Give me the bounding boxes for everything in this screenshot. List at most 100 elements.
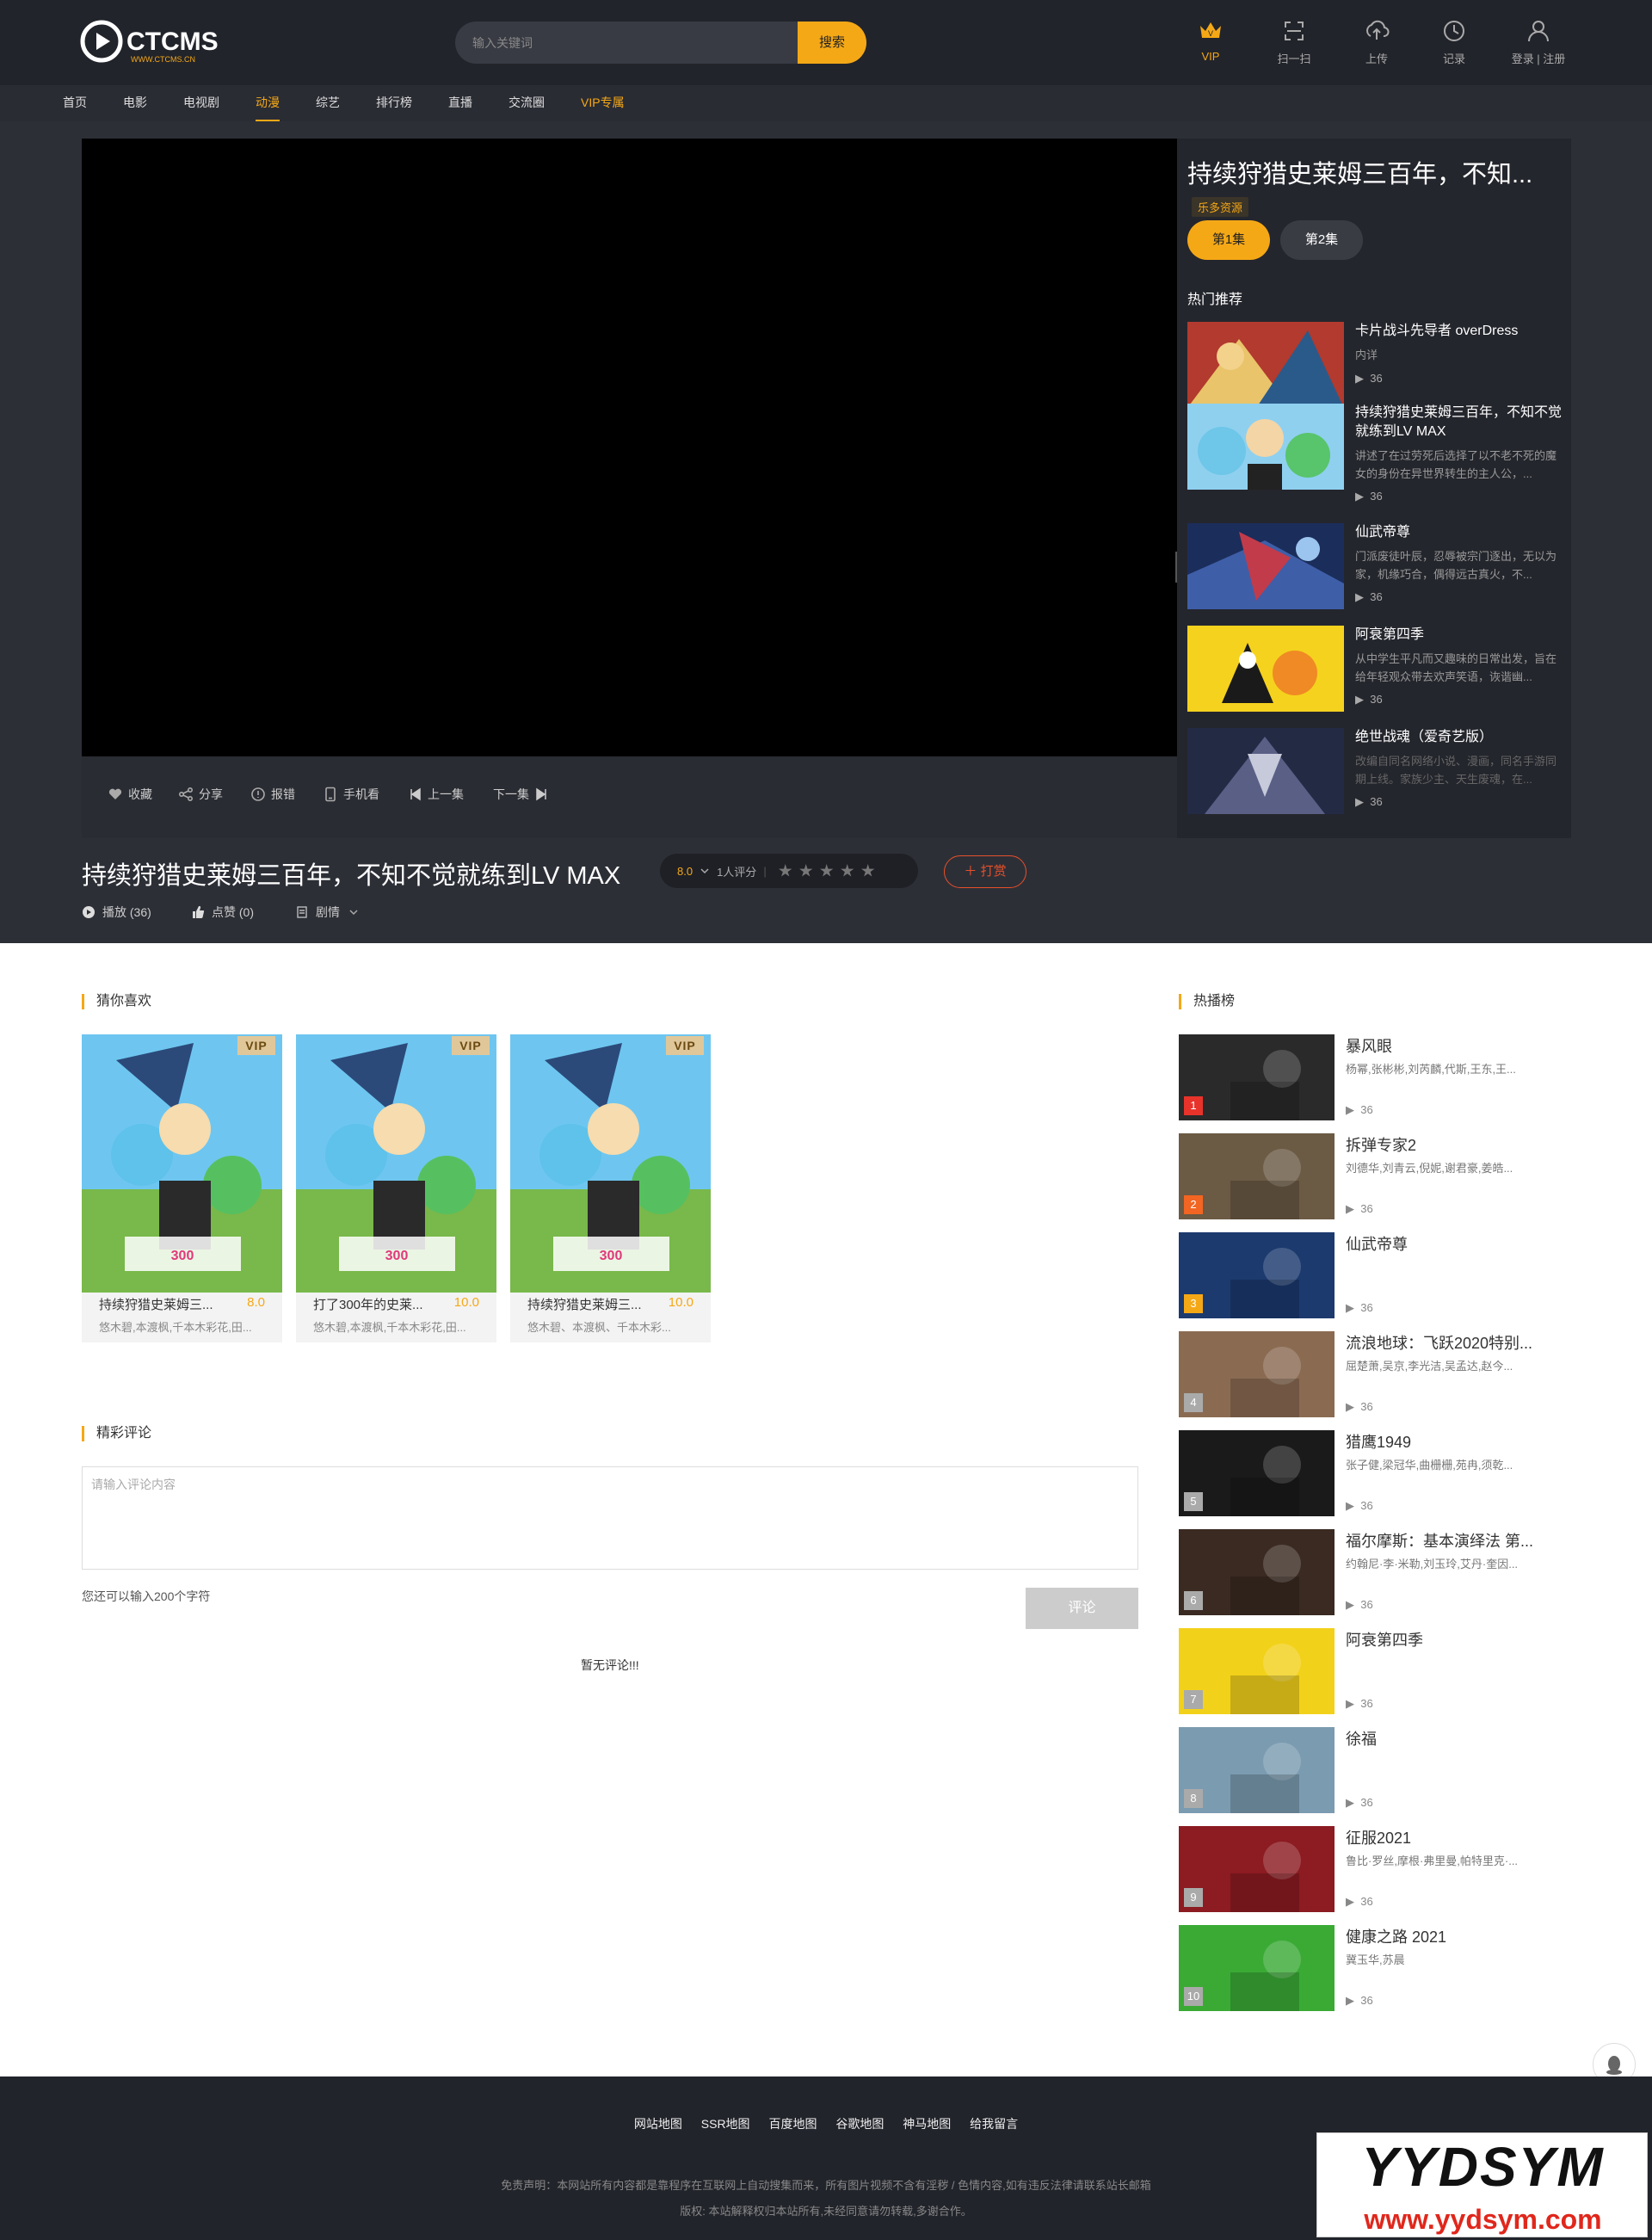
hotlist-cast: 刘德华,刘青云,倪妮,谢君豪,姜皓... xyxy=(1346,1162,1513,1175)
recommend-desc: 讲述了在过劳死后选择了以不老不死的魔女的身份在异世界转生的主人公，... xyxy=(1355,449,1557,480)
footer-links: 网站地图 SSR地图 百度地图 谷歌地图 神马地图 给我留言 xyxy=(0,2115,1652,2132)
footer-link-shenma[interactable]: 神马地图 xyxy=(903,2117,951,2131)
plot-toggle[interactable]: 剧情 xyxy=(295,904,361,921)
like-button[interactable]: 点赞 (0) xyxy=(191,904,254,921)
nav-tv[interactable]: 电视剧 xyxy=(183,85,219,120)
hotlist-title: 健康之路 2021 xyxy=(1346,1928,1447,1946)
history-link[interactable]: 记录 xyxy=(1424,17,1484,66)
svg-text:300: 300 xyxy=(385,1249,409,1263)
hotlist-thumbnail: 7 xyxy=(1179,1628,1335,1714)
video-card-title: 持续狩猎史莱姆三... xyxy=(99,1298,213,1312)
favorite-button[interactable]: 收藏 xyxy=(108,786,152,803)
hotlist-item[interactable]: 4 流浪地球：飞跃2020特别... 屈楚萧,吴京,李光洁,吴孟达,赵今... ▶ 3… xyxy=(1179,1331,1575,1417)
video-card-cast: 悠木碧,本渡枫,千本木彩花,田... xyxy=(99,1321,252,1334)
watermark-line1: YYDSYM xyxy=(1361,2136,1605,2198)
vip-link[interactable]: V VIP xyxy=(1180,17,1241,63)
submit-comment-button[interactable]: 评论 xyxy=(1026,1588,1138,1629)
mobile-watch-button[interactable]: 手机看 xyxy=(323,786,379,803)
star-icon[interactable] xyxy=(820,864,834,877)
report-button[interactable]: 报错 xyxy=(250,786,295,803)
qq-icon xyxy=(1606,2056,1622,2075)
hotlist-plays: ▶ 36 xyxy=(1346,1400,1373,1413)
skip-back-icon xyxy=(410,787,421,801)
footer-link-baidu[interactable]: 百度地图 xyxy=(768,2117,817,2131)
footer-link-sitemap[interactable]: 网站地图 xyxy=(634,2117,682,2131)
star-icon[interactable] xyxy=(861,864,875,877)
nav-anime[interactable]: 动漫 xyxy=(256,85,280,121)
hotlist-title: 福尔摩斯：基本演绎法 第... xyxy=(1346,1533,1534,1550)
hotlist-item[interactable]: 8 徐福 ▶ 36 xyxy=(1179,1727,1575,1813)
footer-link-google[interactable]: 谷歌地图 xyxy=(835,2117,884,2131)
rating-widget[interactable]: 8.0 1人评分 | xyxy=(660,854,918,888)
login-label: 登录 | 注册 xyxy=(1511,52,1566,65)
history-label: 记录 xyxy=(1442,52,1465,65)
video-card-poster: 300 xyxy=(82,1034,282,1293)
nav-variety[interactable]: 综艺 xyxy=(316,85,340,120)
rank-badge: 9 xyxy=(1184,1888,1203,1907)
hotlist-thumbnail: 2 xyxy=(1179,1133,1335,1219)
source-badge[interactable]: 乐多资源 xyxy=(1192,197,1249,217)
hotlist-item[interactable]: 9 征服2021 鲁比·罗丝,摩根·弗里曼,帕特里克·... ▶ 36 xyxy=(1179,1826,1575,1912)
nav-live[interactable]: 直播 xyxy=(448,85,472,120)
crown-icon: V xyxy=(1200,22,1221,38)
logo-subtext: WWW.CTCMS.CN xyxy=(131,55,195,64)
reward-button[interactable]: ＋ 打赏 xyxy=(944,855,1026,888)
ctcms-logo[interactable]: CTCMS WWW.CTCMS.CN xyxy=(79,15,243,67)
nav-community[interactable]: 交流圈 xyxy=(509,85,545,120)
video-card-score: 10.0 xyxy=(668,1295,693,1310)
hotlist-item[interactable]: 5 猎鹰1949 张子健,梁冠华,曲栅栅,苑冉,须乾... ▶ 36 xyxy=(1179,1430,1575,1516)
nav-home[interactable]: 首页 xyxy=(63,85,87,120)
hotlist-item[interactable]: 2 拆弹专家2 刘德华,刘青云,倪妮,谢君豪,姜皓... ▶ 36 xyxy=(1179,1133,1575,1219)
comment-textarea[interactable] xyxy=(82,1466,1138,1570)
upload-link[interactable]: 上传 xyxy=(1347,17,1407,66)
guess-section-title: 猜你喜欢 xyxy=(82,994,151,1009)
nav-vip[interactable]: VIP专属 xyxy=(581,85,625,120)
report-label: 报错 xyxy=(271,787,295,801)
episode-1-button[interactable]: 第1集 xyxy=(1187,220,1270,260)
hotlist-item[interactable]: 6 福尔摩斯：基本演绎法 第... 约翰尼·李·米勒,刘玉玲,艾丹·奎因... ▶ 3… xyxy=(1179,1529,1575,1615)
chevron-down-icon xyxy=(700,868,709,874)
scan-link[interactable]: 扫一扫 xyxy=(1264,17,1324,66)
prev-episode-button[interactable]: 上一集 xyxy=(407,786,464,803)
star-icon[interactable] xyxy=(779,864,792,877)
hotlist-plays: ▶ 36 xyxy=(1346,1202,1373,1215)
user-icon xyxy=(1528,21,1549,42)
next-episode-button[interactable]: 下一集 xyxy=(493,786,550,803)
rating-count: 1人评分 xyxy=(717,865,757,879)
top-header: CTCMS WWW.CTCMS.CN 搜索 V VIP 扫一扫 上传 记录 登录… xyxy=(0,0,1652,85)
logo-text: CTCMS xyxy=(126,28,219,56)
recommend-plays: ▶ 36 xyxy=(1355,795,1383,808)
login-link[interactable]: 登录 | 注册 xyxy=(1504,17,1573,66)
hotlist-item[interactable]: 10 健康之路 2021 冀玉华,苏晨 ▶ 36 xyxy=(1179,1925,1575,2011)
hotlist-title: 征服2021 xyxy=(1346,1830,1412,1847)
star-icon[interactable] xyxy=(799,864,813,877)
video-card[interactable]: 300 VIP 打了300年的史莱... 10.0 悠木碧,本渡枫,千本木彩花,… xyxy=(296,1034,496,1342)
footer-link-message[interactable]: 给我留言 xyxy=(970,2117,1018,2131)
rank-badge: 2 xyxy=(1184,1195,1203,1214)
hotlist-cast: 张子健,梁冠华,曲栅栅,苑冉,须乾... xyxy=(1346,1459,1513,1472)
search-input[interactable] xyxy=(455,22,798,64)
nav-ranking[interactable]: 排行榜 xyxy=(376,85,412,120)
video-player[interactable] xyxy=(82,139,1177,756)
search-button[interactable]: 搜索 xyxy=(798,22,866,64)
upload-label: 上传 xyxy=(1365,52,1388,65)
episode-2-button[interactable]: 第2集 xyxy=(1280,220,1363,260)
svg-text:V: V xyxy=(1208,29,1213,38)
rank-badge: 1 xyxy=(1184,1096,1203,1115)
star-rating[interactable] xyxy=(779,864,875,878)
hotlist-item[interactable]: 1 暴风眼 杨幂,张彬彬,刘芮麟,代斯,王东,王... ▶ 36 xyxy=(1179,1034,1575,1120)
footer-link-ssr[interactable]: SSR地图 xyxy=(701,2117,750,2131)
star-icon[interactable] xyxy=(841,864,854,877)
video-card-score: 10.0 xyxy=(453,1295,479,1310)
nav-movie[interactable]: 电影 xyxy=(123,85,147,120)
hotlist-cast: 约翰尼·李·米勒,刘玉玲,艾丹·奎因... xyxy=(1346,1558,1519,1570)
hotlist-title: 猎鹰1949 xyxy=(1346,1434,1412,1451)
recommend-plays: ▶ 36 xyxy=(1355,490,1383,503)
video-card[interactable]: 300 VIP 持续狩猎史莱姆三... 10.0 悠木碧、本渡枫、千本木彩... xyxy=(510,1034,711,1342)
video-card[interactable]: 300 VIP 持续狩猎史莱姆三... 8.0 悠木碧,本渡枫,千本木彩花,田.… xyxy=(82,1034,282,1342)
hotlist-thumbnail: 10 xyxy=(1179,1925,1335,2011)
share-button[interactable]: 分享 xyxy=(178,786,223,803)
hotlist-item[interactable]: 7 阿衰第四季 ▶ 36 xyxy=(1179,1628,1575,1714)
hotlist-item[interactable]: 3 仙武帝尊 ▶ 36 xyxy=(1179,1232,1575,1318)
hotlist-thumbnail: 9 xyxy=(1179,1826,1335,1912)
